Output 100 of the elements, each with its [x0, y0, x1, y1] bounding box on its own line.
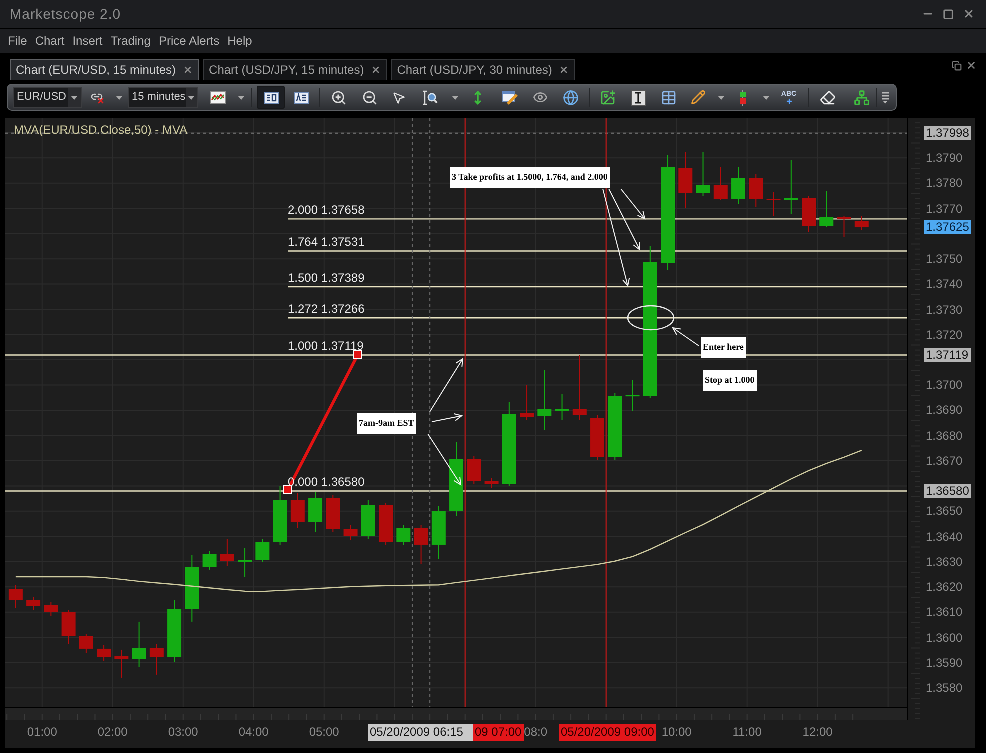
time-marker-label: 05/20/2009 06:15 [368, 724, 473, 741]
price-label: 1.3780 [925, 176, 964, 190]
candlestick [608, 392, 622, 461]
candlestick [238, 548, 252, 578]
window-pencil-icon[interactable] [502, 90, 518, 105]
price-label: 1.3670 [925, 454, 964, 468]
price-label: 1.3640 [925, 530, 964, 544]
candlestick [802, 196, 816, 233]
menu-item[interactable]: Help [228, 32, 252, 50]
price-marker-label: 1.36580 [924, 484, 972, 498]
line-handle-icon[interactable] [284, 486, 292, 494]
close-icon[interactable] [966, 60, 977, 71]
candlestick [326, 494, 340, 533]
price-label: 1.3600 [925, 630, 964, 645]
candlestick [837, 216, 852, 238]
candlestick [520, 384, 534, 421]
table-icon[interactable] [661, 90, 677, 106]
fibonacci-level-label: 1.500 1.37389 [288, 271, 365, 286]
time-marker-label: 05/20/2009 09:00 [559, 724, 656, 741]
overflow-menu-icon[interactable] [881, 91, 890, 104]
close-icon[interactable] [559, 65, 570, 75]
layout-icon [264, 92, 278, 104]
caret-icon[interactable] [238, 96, 245, 100]
instrument-dropdown[interactable]: EUR/USD [13, 87, 82, 108]
close-icon[interactable] [963, 8, 975, 20]
candlestick [414, 524, 428, 565]
candlestick [273, 486, 288, 546]
pencil-icon[interactable] [691, 90, 706, 105]
zoom-range-icon[interactable] [422, 90, 438, 106]
annotation-note: Stop at 1.000 [703, 370, 757, 391]
candlestick [150, 644, 164, 676]
close-icon[interactable] [371, 65, 382, 75]
fibonacci-level-label: 1.764 1.37531 [288, 235, 365, 250]
globe-icon[interactable] [563, 90, 579, 106]
image-plus-icon[interactable] [600, 90, 616, 106]
annotation-note: 3 Take profits at 1.5000, 1.764, and 2.000 [450, 167, 610, 188]
tab[interactable]: Chart (EUR/USD, 15 minutes) [10, 59, 200, 80]
menu-item[interactable]: Insert [72, 32, 103, 50]
candlestick [396, 524, 411, 546]
eraser-icon[interactable] [820, 90, 836, 106]
price-label: 1.3580 [925, 681, 964, 696]
pointer-icon[interactable] [392, 90, 406, 104]
fibonacci-level-label: 1.000 1.37119 [288, 339, 364, 354]
menu-item[interactable]: Chart [35, 32, 65, 50]
oval-marker [627, 305, 675, 331]
time-marker-label: 09 07:00 [473, 724, 524, 741]
candlestick [379, 502, 394, 546]
arrow [672, 327, 700, 346]
tab[interactable]: Chart (USD/JPY, 30 minutes) [391, 59, 576, 80]
price-label: 1.3790 [925, 151, 964, 166]
close-icon[interactable] [183, 65, 194, 75]
candlestick [8, 584, 23, 609]
candlestick [572, 354, 587, 421]
hierarchy-icon[interactable] [854, 90, 870, 106]
menu-item[interactable]: File [8, 32, 28, 50]
caret-icon[interactable] [452, 96, 459, 100]
price-label: 1.3770 [925, 202, 964, 216]
price-label: 1.3620 [925, 580, 964, 594]
candlestick [79, 634, 94, 654]
candlestick [854, 216, 869, 231]
time-label: 08:0 [524, 724, 548, 741]
time-label: 10:00 [662, 724, 692, 741]
candlestick [555, 394, 570, 421]
price-marker-label: 1.37119 [924, 348, 970, 362]
caret-icon[interactable] [188, 96, 195, 100]
caret-icon[interactable] [763, 96, 770, 100]
layout-button[interactable] [257, 86, 285, 109]
candlestick [132, 621, 146, 668]
candlestick [714, 166, 728, 201]
candlestick [256, 538, 270, 563]
price-label: 1.3630 [925, 554, 964, 569]
candlestick [344, 524, 358, 541]
fibonacci-level-label: 1.272 1.37266 [288, 302, 365, 316]
annotation-note: Enter here [701, 337, 746, 358]
candlestick [766, 192, 781, 217]
zoom-out-icon[interactable] [362, 90, 378, 106]
eye-icon[interactable] [533, 90, 548, 105]
restore-icon[interactable] [952, 60, 962, 70]
line-handle-icon[interactable] [354, 350, 362, 360]
candlestick [26, 596, 41, 611]
candlestick [484, 478, 499, 489]
price-label: 1.3750 [925, 252, 964, 266]
candlestick [44, 602, 58, 617]
tab[interactable]: Chart (USD/JPY, 15 minutes) [203, 59, 388, 80]
zoom-in-icon[interactable] [331, 90, 347, 106]
text-cursor-icon[interactable] [631, 90, 646, 106]
candlestick [62, 610, 76, 645]
menu-item[interactable]: Price Alerts [158, 32, 220, 50]
price-label: 1.3740 [925, 277, 964, 292]
caret-icon[interactable] [718, 96, 725, 100]
menu-item[interactable]: Trading [110, 32, 151, 50]
indicator-marker-icon[interactable] [738, 90, 748, 106]
timeframe-dropdown[interactable]: 15 minutes [128, 87, 198, 108]
line-chart-icon[interactable] [210, 91, 226, 104]
candlestick [185, 554, 200, 622]
maximize-icon[interactable] [943, 8, 954, 20]
plus-icon [786, 98, 792, 104]
caret-icon[interactable] [116, 96, 123, 100]
indicator-label: MVA(EUR/USD.Close,50) - MVA [14, 123, 188, 137]
caret-icon[interactable] [71, 96, 78, 100]
